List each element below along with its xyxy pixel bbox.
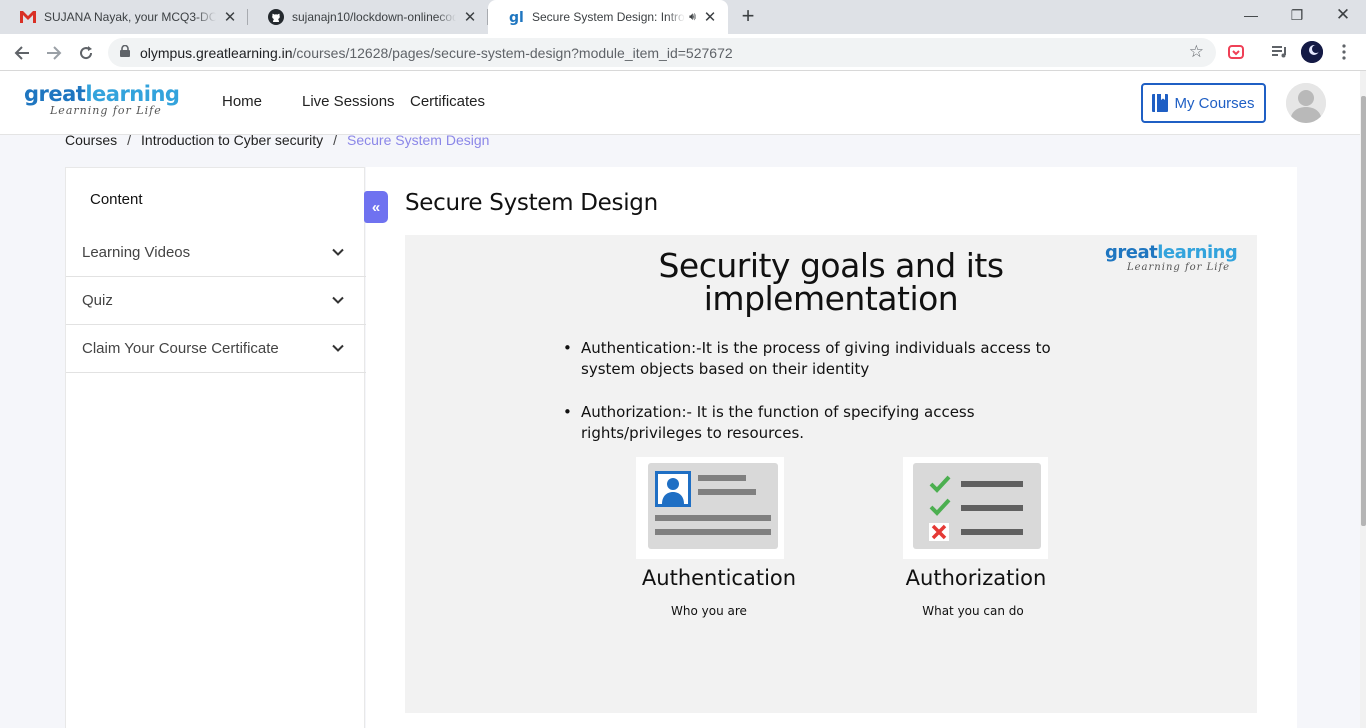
chevron-down-icon [332, 248, 344, 256]
authorization-caption: Authorization [905, 566, 1047, 590]
back-button[interactable] [8, 39, 36, 67]
double-chevron-left-icon: « [371, 198, 381, 216]
minimize-button[interactable]: ― [1228, 0, 1274, 30]
breadcrumb-separator: / [127, 132, 132, 148]
logo-tagline: Learning for Life [50, 104, 162, 117]
reload-button[interactable] [72, 39, 100, 67]
authentication-subcaption: Who you are [671, 604, 747, 618]
user-avatar[interactable] [1286, 83, 1326, 123]
github-icon [268, 9, 284, 25]
slide-greatlearning-logo: greatlearning Learning for Life [1105, 242, 1238, 273]
window-close-button[interactable]: ✕ [1320, 0, 1366, 30]
id-card-icon [636, 457, 784, 559]
arrow-left-icon [14, 46, 29, 60]
media-control-icon[interactable] [1270, 42, 1290, 62]
my-courses-label: My Courses [1174, 94, 1255, 112]
sidebar-heading: Content [90, 191, 143, 208]
sidebar-item-learning-videos[interactable]: Learning Videos [66, 229, 366, 277]
nav-home[interactable]: Home [222, 93, 262, 110]
nav-live-sessions[interactable]: Live Sessions [302, 93, 395, 110]
authorization-subcaption: What you can do [922, 604, 1024, 618]
close-icon[interactable]: ✕ [462, 8, 478, 26]
lock-icon [120, 44, 130, 60]
tab-title: sujanajn10/lockdown-onlinecodi [292, 10, 456, 24]
browser-tab-strip: SUJANA Nayak, your MCQ3-DC r ✕ sujanajn1… [0, 0, 1366, 34]
greatlearning-logo[interactable]: greatlearning Learning for Life [24, 82, 180, 117]
sidebar-item-label: Learning Videos [82, 244, 191, 261]
logo-tagline: Learning for Life [1127, 262, 1231, 273]
sidebar-item-claim-certificate[interactable]: Claim Your Course Certificate [66, 325, 366, 373]
collapse-sidebar-button[interactable]: « [364, 191, 388, 223]
user-icon [1286, 83, 1326, 123]
sidebar-item-label: Quiz [82, 292, 113, 309]
new-tab-button[interactable]: + [736, 4, 760, 30]
lecture-slide: Security goals and its implementation gr… [405, 235, 1257, 713]
page-title: Secure System Design [405, 190, 658, 216]
tab-title: SUJANA Nayak, your MCQ3-DC r [44, 10, 216, 24]
breadcrumb-current: Secure System Design [347, 132, 490, 148]
page-scrollbar-thumb[interactable] [1361, 96, 1366, 526]
gmail-icon [20, 9, 36, 25]
close-icon[interactable]: ✕ [702, 8, 718, 26]
my-courses-button[interactable]: My Courses [1141, 83, 1266, 123]
tab-secure-system-design[interactable]: gl Secure System Design: Introd 🔊︎ ✕ [488, 0, 728, 34]
browser-toolbar: olympus.greatlearning.in/courses/12628/p… [0, 34, 1366, 71]
slide-bullet: Authentication:-It is the process of giv… [563, 338, 1061, 380]
reload-icon [80, 46, 93, 60]
chevron-down-icon [332, 344, 344, 352]
address-bar[interactable]: olympus.greatlearning.in/courses/12628/p… [108, 38, 1216, 67]
authentication-caption: Authentication [641, 566, 797, 590]
restore-button[interactable]: ❐ [1274, 0, 1320, 30]
chevron-down-icon [332, 296, 344, 304]
forward-button[interactable] [40, 39, 68, 67]
url-path: /courses/12628/pages/secure-system-desig… [292, 44, 733, 61]
breadcrumb-courses[interactable]: Courses [65, 132, 117, 148]
close-icon[interactable]: ✕ [222, 8, 238, 26]
profile-avatar[interactable] [1301, 41, 1323, 63]
greatlearning-icon: gl [508, 9, 524, 25]
sidebar-item-quiz[interactable]: Quiz [66, 277, 366, 325]
tab-gmail[interactable]: SUJANA Nayak, your MCQ3-DC r ✕ [0, 0, 248, 34]
breadcrumb-intro-cyber-security[interactable]: Introduction to Cyber security [141, 132, 323, 148]
logo-word-great: great [24, 82, 86, 106]
browser-menu-icon[interactable] [1334, 42, 1354, 62]
content-sidebar: Content Learning Videos Quiz Claim Your … [65, 167, 366, 728]
site-header: greatlearning Learning for Life Home Liv… [0, 71, 1360, 135]
logo-word-learning: learning [1157, 242, 1238, 263]
tab-title: Secure System Design: Introd [532, 10, 686, 24]
svg-text:gl: gl [509, 10, 524, 25]
logo-word-great: great [1105, 242, 1158, 263]
pocket-extension-icon[interactable] [1226, 42, 1246, 62]
checklist-icon [903, 457, 1048, 559]
sidebar-item-label: Claim Your Course Certificate [82, 340, 279, 357]
arrow-right-icon [47, 46, 62, 60]
nav-certificates[interactable]: Certificates [410, 93, 485, 110]
breadcrumb: Courses / Introduction to Cyber security… [65, 132, 489, 148]
speaker-icon[interactable]: 🔊︎ [689, 11, 696, 24]
slide-title-line: implementation [703, 279, 959, 318]
book-icon [1152, 94, 1169, 112]
url-domain: olympus.greatlearning.in [140, 44, 293, 61]
slide-bullet: Authorization:- It is the function of sp… [563, 402, 1061, 444]
breadcrumb-separator: / [333, 132, 338, 148]
bookmark-star-icon[interactable]: ☆ [1189, 42, 1204, 62]
logo-word-learning: learning [85, 82, 180, 106]
tab-github[interactable]: sujanajn10/lockdown-onlinecodi ✕ [248, 0, 488, 34]
main-content: Secure System Design Security goals and … [366, 167, 1297, 728]
